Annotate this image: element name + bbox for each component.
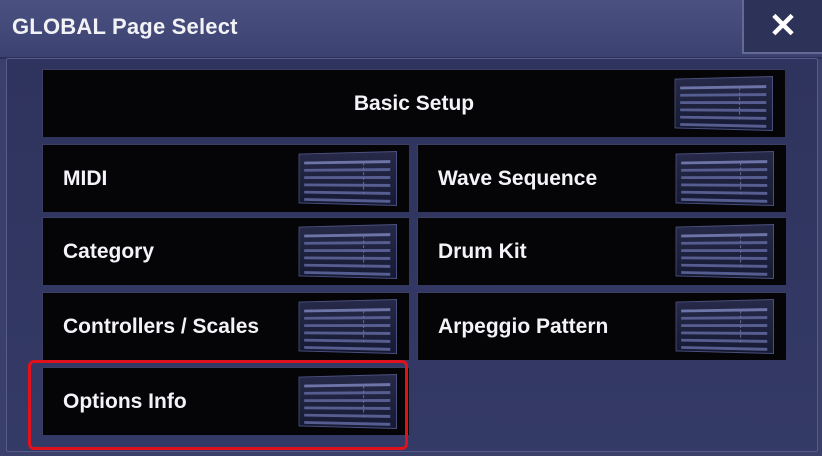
- options-info-button[interactable]: Options Info: [42, 367, 409, 435]
- controllers-scales-button[interactable]: Controllers / Scales: [42, 292, 409, 360]
- arpeggio-pattern-thumbnail: [675, 299, 774, 354]
- drum-kit-thumbnail: [675, 224, 774, 279]
- drum-kit-label: Drum Kit: [438, 239, 527, 263]
- category-label: Category: [63, 239, 155, 263]
- arpeggio-pattern-button[interactable]: Arpeggio Pattern: [417, 292, 786, 360]
- wave-sequence-thumbnail: [675, 151, 774, 206]
- midi-thumbnail: [298, 151, 397, 206]
- controllers-scales-thumbnail: [298, 299, 397, 354]
- options-info-thumbnail: [298, 374, 397, 429]
- category-thumbnail: [298, 224, 397, 279]
- basic-setup-button[interactable]: Basic Setup: [42, 69, 785, 137]
- arpeggio-pattern-label: Arpeggio Pattern: [438, 314, 609, 338]
- close-button[interactable]: ✕: [742, 0, 822, 54]
- basic-setup-label: Basic Setup: [353, 91, 475, 115]
- controllers-scales-label: Controllers / Scales: [63, 314, 260, 338]
- close-icon: ✕: [768, 7, 798, 45]
- page-grid: Basic Setup MIDI Wave Sequence Category …: [6, 58, 818, 452]
- drum-kit-button[interactable]: Drum Kit: [417, 217, 786, 285]
- wave-sequence-label: Wave Sequence: [438, 166, 598, 190]
- wave-sequence-button[interactable]: Wave Sequence: [417, 144, 786, 212]
- dialog-title: GLOBAL Page Select: [12, 14, 238, 39]
- midi-button[interactable]: MIDI: [42, 144, 409, 212]
- category-button[interactable]: Category: [42, 217, 409, 285]
- global-page-select-dialog: GLOBAL Page Select ✕ Basic Setup MIDI Wa…: [0, 0, 822, 456]
- midi-label: MIDI: [63, 166, 108, 190]
- title-bar: GLOBAL Page Select ✕: [0, 0, 822, 59]
- options-info-label: Options Info: [63, 389, 187, 413]
